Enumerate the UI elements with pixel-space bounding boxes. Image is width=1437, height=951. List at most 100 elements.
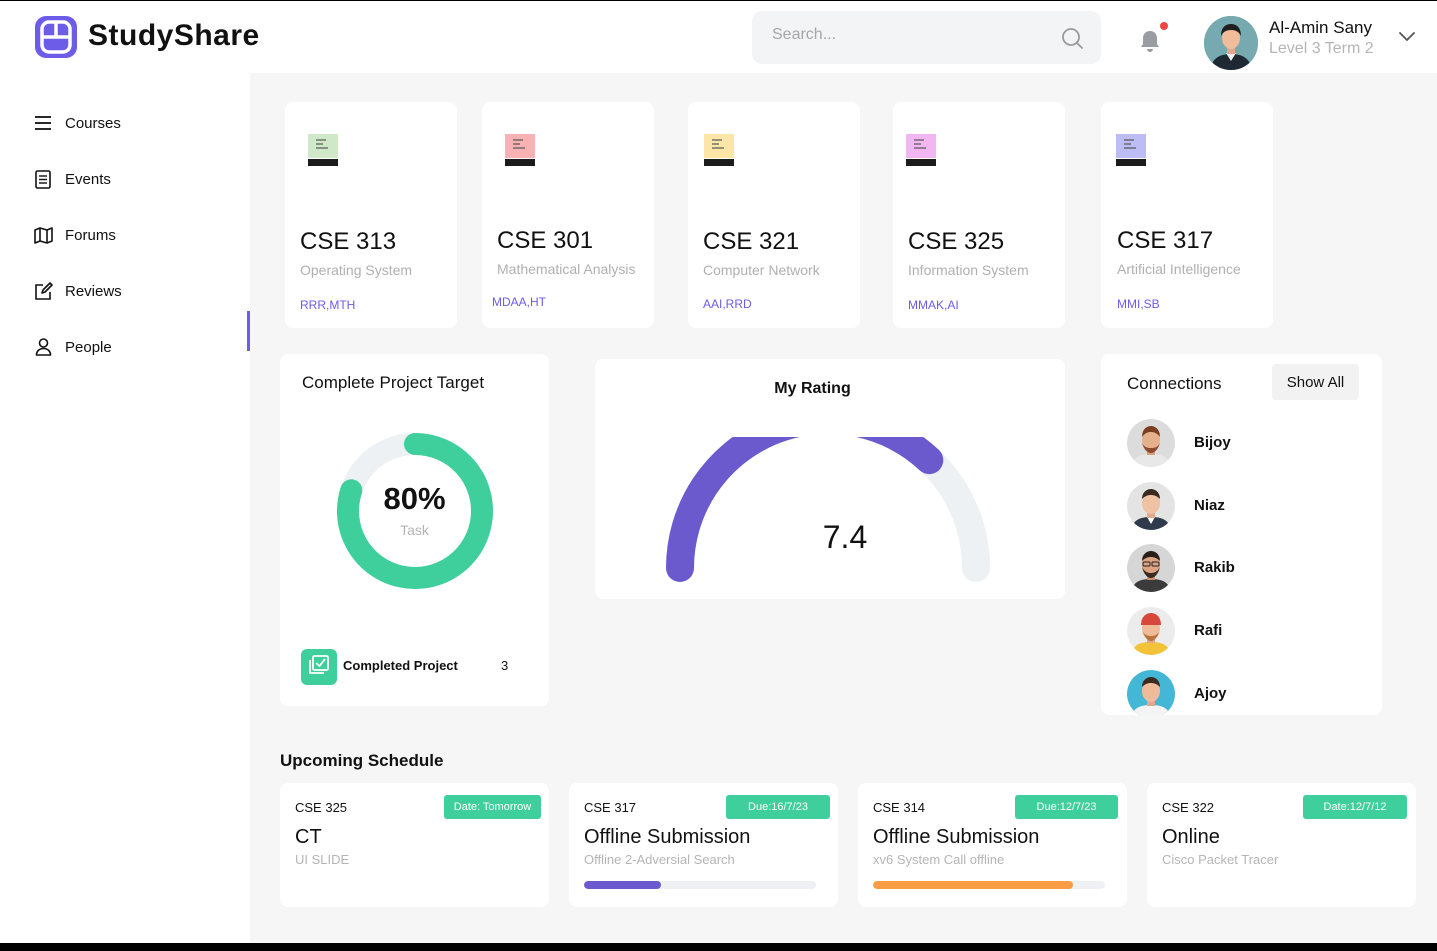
course-code: CSE 321 xyxy=(703,228,800,255)
connection-item[interactable]: Ajoy xyxy=(1127,670,1347,715)
rating-card: My Rating 7.4 xyxy=(595,359,1065,599)
sidebar-item-label: Courses xyxy=(65,114,121,132)
course-instructors: RRR,MTH xyxy=(300,298,356,312)
sidebar-item-label: Reviews xyxy=(65,282,122,300)
user-level: Level 3 Term 2 xyxy=(1269,40,1374,57)
schedule-date-badge: Date: Tomorrow xyxy=(444,795,541,819)
search-box[interactable] xyxy=(752,11,1101,64)
connections-card: Connections Show All Bijoy Niaz Rakib Ra… xyxy=(1101,354,1382,715)
connection-avatar[interactable] xyxy=(1127,544,1175,592)
rating-gauge xyxy=(666,437,990,582)
card-title: Connections xyxy=(1127,374,1222,393)
progress-label: Task xyxy=(400,522,429,538)
schedule-subtitle: UI SLIDE xyxy=(295,852,350,867)
course-card[interactable]: CSE 317 Artificial Intelligence MMI,SB xyxy=(1101,102,1273,328)
studyshare-logo-icon[interactable] xyxy=(34,15,78,59)
sidebar-item-forums[interactable]: Forums xyxy=(32,221,116,249)
brand-name[interactable]: StudyShare xyxy=(88,19,260,53)
course-instructors: AAI,RRD xyxy=(703,297,752,311)
course-instructors: MMI,SB xyxy=(1117,297,1160,311)
schedule-card[interactable]: CSE 322 Date:12/7/12 Online Cisco Packet… xyxy=(1147,783,1416,907)
project-target-card: Complete Project Target 80% Task Complet… xyxy=(280,354,549,706)
schedule-date-badge: Due:16/7/23 xyxy=(726,795,830,819)
course-code: CSE 317 xyxy=(1117,227,1214,254)
connection-name: Rafi xyxy=(1194,622,1223,639)
book-icon xyxy=(308,134,338,166)
course-name: Operating System xyxy=(300,262,413,278)
sidebar-item-reviews[interactable]: Reviews xyxy=(32,277,122,305)
connection-item[interactable]: Rafi xyxy=(1127,607,1347,657)
completed-project-icon xyxy=(301,649,337,685)
connection-avatar[interactable] xyxy=(1127,670,1175,715)
course-name: Information System xyxy=(908,262,1029,278)
schedule-subtitle: xv6 System Call offline xyxy=(873,852,1005,867)
schedule-progress-track xyxy=(584,881,816,889)
connection-item[interactable]: Niaz xyxy=(1127,482,1347,532)
course-code: CSE 325 xyxy=(908,228,1005,255)
show-all-button[interactable]: Show All xyxy=(1272,364,1359,400)
course-instructors: MDAA,HT xyxy=(492,295,546,309)
schedule-progress-fill xyxy=(873,881,1073,889)
schedule-course-code: CSE 322 xyxy=(1162,800,1215,815)
sidebar-item-courses[interactable]: Courses xyxy=(32,109,121,137)
sidebar-item-events[interactable]: Events xyxy=(32,165,111,193)
notification-dot xyxy=(1160,22,1168,30)
connection-name: Niaz xyxy=(1194,497,1225,514)
book-icon xyxy=(906,134,936,166)
connection-name: Ajoy xyxy=(1194,685,1227,702)
card-title: Complete Project Target xyxy=(302,373,485,392)
schedule-card[interactable]: CSE 325 Date: Tomorrow CT UI SLIDE xyxy=(280,783,549,907)
connection-name: Rakib xyxy=(1194,559,1235,576)
course-card[interactable]: CSE 321 Computer Network AAI,RRD xyxy=(688,102,860,328)
connection-avatar[interactable] xyxy=(1127,607,1175,655)
schedule-subtitle: Offline 2-Adversial Search xyxy=(584,852,735,867)
schedule-date-badge: Date:12/7/12 xyxy=(1303,795,1407,819)
edit-icon xyxy=(32,280,54,302)
schedule-course-code: CSE 314 xyxy=(873,800,926,815)
document-icon xyxy=(32,168,54,190)
course-card[interactable]: CSE 313 Operating System RRR,MTH xyxy=(285,102,457,328)
course-name: Computer Network xyxy=(703,262,820,278)
schedule-date-badge: Due:12/7/23 xyxy=(1015,795,1118,819)
schedule-subtitle: Cisco Packet Tracer xyxy=(1162,852,1279,867)
chevron-down-icon[interactable] xyxy=(1398,29,1416,43)
course-card[interactable]: CSE 325 Information System MMAK,AI xyxy=(893,102,1065,328)
schedule-title: Offline Submission xyxy=(873,826,1040,848)
course-name: Mathematical Analysis xyxy=(497,261,636,277)
schedule-card[interactable]: CSE 314 Due:12/7/23 Offline Submission x… xyxy=(858,783,1127,907)
user-name[interactable]: Al-Amin Sany xyxy=(1269,18,1372,38)
schedule-progress-fill xyxy=(584,881,661,889)
connection-avatar[interactable] xyxy=(1127,419,1175,467)
completed-project-label: Completed Project xyxy=(343,658,458,673)
card-title: My Rating xyxy=(774,380,851,397)
book-icon xyxy=(704,134,734,166)
progress-percent: 80% xyxy=(383,481,446,516)
connection-avatar[interactable] xyxy=(1127,482,1175,530)
course-code: CSE 301 xyxy=(497,227,594,254)
schedule-course-code: CSE 325 xyxy=(295,800,348,815)
search-icon[interactable] xyxy=(1061,27,1083,49)
rating-value: 7.4 xyxy=(822,519,868,555)
user-icon xyxy=(32,336,54,358)
connection-item[interactable]: Rakib xyxy=(1127,544,1347,594)
notification-bell-icon[interactable] xyxy=(1137,28,1163,54)
sidebar: Courses Events Forums Reviews People xyxy=(0,73,250,943)
sidebar-item-label: People xyxy=(65,338,112,356)
sidebar-item-label: Events xyxy=(65,170,111,188)
schedule-course-code: CSE 317 xyxy=(584,800,637,815)
schedule-title: CT xyxy=(295,826,322,848)
course-instructors: MMAK,AI xyxy=(908,298,959,312)
sidebar-item-label: Forums xyxy=(65,226,116,244)
book-icon xyxy=(505,134,535,166)
menu-icon xyxy=(32,112,54,134)
user-avatar[interactable] xyxy=(1204,16,1258,70)
schedule-progress-track xyxy=(873,881,1105,889)
search-input[interactable] xyxy=(772,26,1052,44)
sidebar-item-people[interactable]: People xyxy=(32,333,112,361)
section-title: Upcoming Schedule xyxy=(280,751,444,770)
connection-name: Bijoy xyxy=(1194,434,1231,451)
schedule-card[interactable]: CSE 317 Due:16/7/23 Offline Submission O… xyxy=(569,783,838,907)
course-card[interactable]: CSE 301 Mathematical Analysis MDAA,HT xyxy=(482,102,654,328)
map-icon xyxy=(32,224,54,246)
connection-item[interactable]: Bijoy xyxy=(1127,419,1347,469)
